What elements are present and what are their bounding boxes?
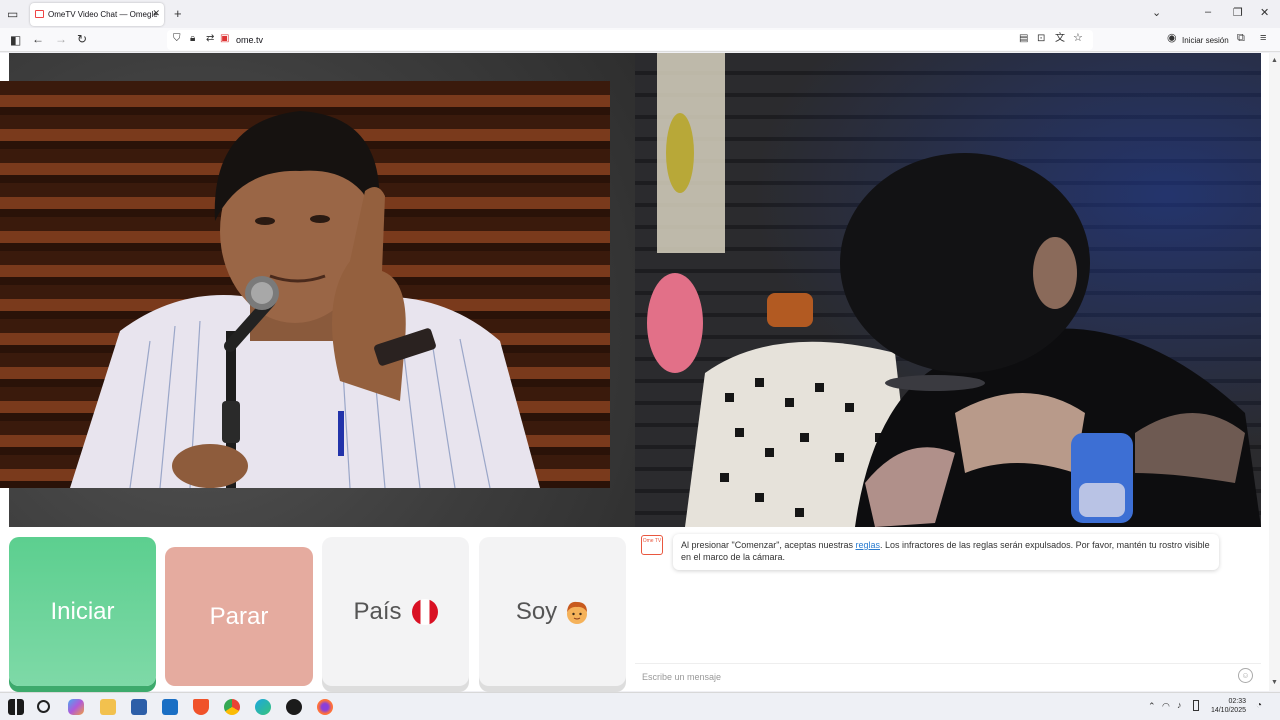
extensions-icon[interactable]: ⧉ — [1237, 33, 1245, 44]
ometv-favicon-icon — [35, 10, 44, 18]
tab-close-icon[interactable]: ✕ — [152, 8, 160, 19]
sidebar-toggle-icon[interactable]: ◧ — [10, 34, 21, 46]
remote-video — [635, 53, 1261, 527]
file-explorer-icon[interactable] — [100, 699, 116, 715]
ometv-logo-icon: Ome TV — [641, 535, 663, 555]
close-window-icon[interactable]: ✕ — [1260, 6, 1269, 19]
battery-icon[interactable] — [1193, 700, 1199, 711]
gender-selector-button[interactable]: Soy — [479, 537, 626, 686]
signin-button[interactable]: Iniciar sesión — [1182, 36, 1229, 45]
save-page-icon[interactable]: ⊡ — [1037, 34, 1045, 44]
copilot-icon[interactable] — [68, 699, 84, 715]
tab-list-icon[interactable]: ▭ — [7, 8, 18, 20]
permissions-icon[interactable]: ⇄ — [206, 34, 214, 44]
menu-icon[interactable]: ≡ — [1260, 33, 1266, 44]
restore-icon[interactable]: ❐ — [1233, 6, 1243, 19]
start-button[interactable]: Iniciar — [9, 537, 156, 686]
tab-title: OmeTV Video Chat — Omegle — [48, 10, 158, 19]
local-video-image — [0, 81, 610, 488]
message-input[interactable]: Escribe un mensaje — [642, 672, 721, 682]
bookmark-star-icon[interactable]: ☆ — [1073, 33, 1083, 44]
edge-icon[interactable] — [255, 699, 271, 715]
account-icon[interactable]: ◉ — [1167, 33, 1177, 44]
store-icon[interactable] — [131, 699, 147, 715]
peru-flag-icon — [411, 598, 438, 625]
new-tab-icon[interactable]: + — [174, 6, 182, 21]
wifi-icon[interactable]: ◠ — [1162, 701, 1170, 712]
search-icon[interactable] — [37, 700, 50, 713]
url-bar[interactable]: ⛉ 🔒︎ ⇄ ▣ ome.tv ▤ ⊡ 文 ☆ — [167, 30, 1093, 50]
country-label: País — [353, 597, 402, 625]
windows-taskbar: ⌃ ◠ ♪ 02:33 14/10/2025 ◔ — [0, 692, 1280, 720]
gender-label: Soy — [515, 597, 558, 625]
brave-icon[interactable] — [193, 699, 209, 715]
obs-icon[interactable] — [286, 699, 302, 715]
picture-in-picture-icon[interactable]: ▤ — [1019, 34, 1028, 44]
rules-link[interactable]: reglas — [856, 540, 881, 550]
firefox-icon[interactable] — [317, 699, 333, 715]
scroll-down-icon[interactable]: ▼ — [1271, 679, 1278, 686]
clock-date: 14/10/2025 — [1210, 707, 1246, 714]
tray-chevron-icon[interactable]: ⌃ — [1148, 701, 1156, 712]
forward-icon[interactable]: → — [55, 33, 67, 45]
url-text[interactable]: ome.tv — [236, 35, 263, 45]
taskbar-clock[interactable]: 02:33 14/10/2025 — [1211, 697, 1246, 715]
ometv-logo-text: Ome TV — [642, 538, 662, 544]
lock-icon[interactable]: 🔒︎ — [190, 34, 195, 44]
clock-time: 02:33 — [1228, 698, 1246, 705]
stop-button[interactable]: Parar — [165, 547, 313, 686]
message-input-area[interactable]: Escribe un mensaje ☺ — [635, 663, 1261, 687]
tab-ometv[interactable]: OmeTV Video Chat — Omegle ✕ — [30, 3, 164, 26]
stop-button-label: Parar — [209, 602, 269, 630]
country-selector-button[interactable]: País — [322, 537, 469, 686]
camera-permission-icon[interactable]: ▣ — [220, 34, 229, 44]
boy-emoji-icon — [565, 599, 589, 625]
system-message: Al presionar "Comenzar", aceptas nuestra… — [673, 534, 1219, 570]
browser-tab-bar: ▭ OmeTV Video Chat — Omegle ✕ + ⌄ – ❐ ✕ — [0, 0, 1280, 28]
emoji-picker-icon[interactable]: ☺ — [1238, 668, 1253, 683]
chrome-icon[interactable] — [224, 699, 240, 715]
translate-icon[interactable]: 文 — [1055, 34, 1065, 44]
page-scrollbar[interactable]: ▲ ▼ — [1269, 53, 1280, 691]
start-button-label: Iniciar — [50, 597, 115, 625]
volume-icon[interactable]: ♪ — [1177, 700, 1182, 710]
outlook-icon[interactable] — [162, 699, 178, 715]
chat-panel: Ome TV Al presionar "Comenzar", aceptas … — [635, 528, 1261, 688]
browser-nav-bar: ◧ ← → ↻ ⛉ 🔒︎ ⇄ ▣ ome.tv ▤ ⊡ 文 ☆ ◉ Inicia… — [0, 28, 1280, 52]
tab-overflow-chevron-icon[interactable]: ⌄ — [1152, 6, 1161, 19]
scroll-up-icon[interactable]: ▲ — [1271, 57, 1278, 64]
tracking-shield-icon[interactable]: ⛉ — [173, 34, 181, 44]
man-at-microphone-image — [70, 111, 540, 488]
minimize-icon[interactable]: – — [1205, 6, 1211, 18]
windows-start-icon[interactable] — [8, 699, 24, 715]
notifications-icon[interactable]: ◔ — [1256, 700, 1262, 711]
notice-before-text: Al presionar "Comenzar", aceptas nuestra… — [681, 540, 853, 550]
reload-icon[interactable]: ↻ — [77, 33, 87, 45]
back-icon[interactable]: ← — [32, 33, 44, 45]
remote-person-image — [647, 53, 1261, 527]
